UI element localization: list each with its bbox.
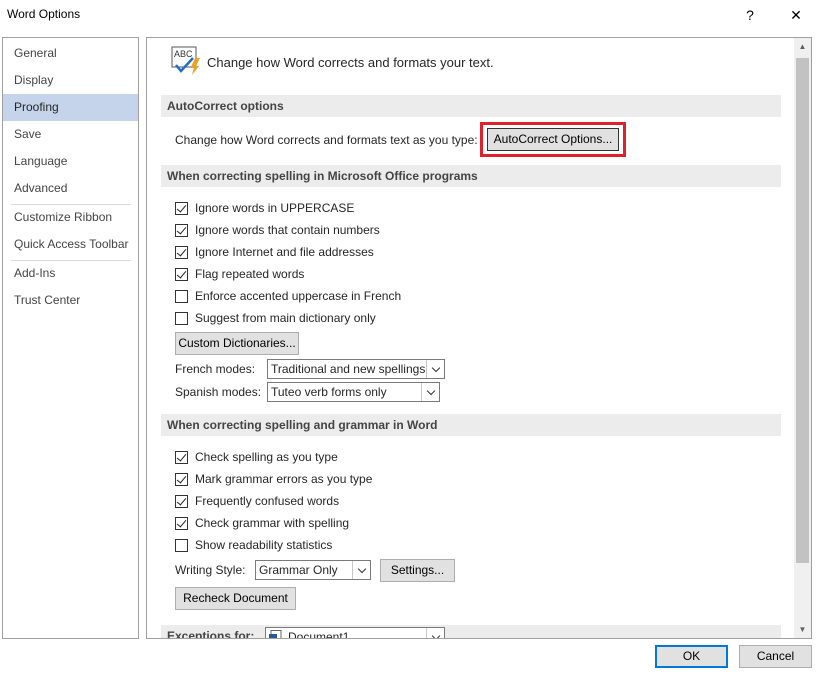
autocorrect-description: Change how Word corrects and formats tex… [175,133,478,147]
checkbox[interactable] [175,223,188,237]
french-modes-dropdown[interactable]: Traditional and new spellings [267,359,445,379]
option-label: Frequently confused words [195,494,340,508]
checkbox[interactable] [175,267,188,281]
option-frequently-confused-words[interactable]: Frequently confused words [175,493,339,509]
option-ignore-uppercase[interactable]: Ignore words in UPPERCASE [175,200,354,216]
checkbox[interactable] [175,201,188,215]
abc-check-icon: ABC [171,46,201,76]
checkbox[interactable] [175,311,188,325]
checkbox[interactable] [175,289,188,303]
chevron-down-icon [421,383,439,401]
window-title: Word Options [7,7,81,21]
checkbox[interactable] [175,516,188,530]
settings-button[interactable]: Settings... [380,559,455,582]
word-document-icon [269,630,282,638]
recheck-document-button[interactable]: Recheck Document [175,587,296,610]
checkbox[interactable] [175,245,188,259]
option-check-grammar-with-spelling[interactable]: Check grammar with spelling [175,515,349,531]
close-button[interactable]: ✕ [776,0,816,30]
sidebar-nav: General Display Proofing Save Language A… [2,37,139,639]
checkbox[interactable] [175,538,188,552]
spanish-modes-dropdown[interactable]: Tuteo verb forms only [267,382,440,402]
sidebar-item-quick-access-toolbar[interactable]: Quick Access Toolbar [3,231,138,258]
chevron-down-icon [426,360,444,378]
exceptions-value: Document1 [288,630,350,639]
proofing-panel: ABC Change how Word corrects and formats… [146,37,812,639]
option-flag-repeated-words[interactable]: Flag repeated words [175,266,304,282]
cancel-button[interactable]: Cancel [739,645,812,668]
option-suggest-main-dictionary[interactable]: Suggest from main dictionary only [175,310,376,326]
highlight-box [480,122,626,157]
french-modes-label: French modes: [175,362,256,376]
option-label: Flag repeated words [195,267,305,281]
section-word-grammar: When correcting spelling and grammar in … [161,414,781,436]
option-label: Enforce accented uppercase in French [195,289,402,303]
checkbox[interactable] [175,494,188,508]
option-label: Suggest from main dictionary only [195,311,376,325]
spanish-modes-value: Tuteo verb forms only [271,385,387,399]
exceptions-label: Exceptions for: [161,625,781,638]
svg-text:ABC: ABC [174,49,193,59]
help-icon: ? [746,7,754,23]
spanish-modes-label: Spanish modes: [175,385,262,399]
sidebar-item-proofing[interactable]: Proofing [3,94,138,121]
option-label: Check grammar with spelling [195,516,350,530]
checkbox[interactable] [175,450,188,464]
sidebar-item-save[interactable]: Save [3,121,138,148]
option-mark-grammar-errors[interactable]: Mark grammar errors as you type [175,471,372,487]
option-show-readability-statistics[interactable]: Show readability statistics [175,537,332,553]
sidebar-item-display[interactable]: Display [3,67,138,94]
sidebar-item-advanced[interactable]: Advanced [3,175,138,202]
sidebar-item-language[interactable]: Language [3,148,138,175]
section-office-spelling: When correcting spelling in Microsoft Of… [161,165,781,187]
writing-style-value: Grammar Only [259,563,338,577]
sidebar-item-trust-center[interactable]: Trust Center [3,287,138,314]
scrollbar-thumb[interactable] [796,58,809,563]
help-button[interactable]: ? [730,0,770,30]
option-label: Mark grammar errors as you type [195,472,373,486]
exceptions-dropdown[interactable]: Document1 [265,627,445,639]
vertical-scrollbar[interactable]: ▲ ▼ [794,38,811,638]
section-autocorrect: AutoCorrect options [161,95,781,117]
scroll-down-arrow-icon[interactable]: ▼ [794,621,811,638]
option-label: Ignore words that contain numbers [195,223,380,237]
option-check-spelling-as-you-type[interactable]: Check spelling as you type [175,449,338,465]
chevron-down-icon [426,628,444,638]
option-enforce-accented-uppercase[interactable]: Enforce accented uppercase in French [175,288,401,304]
ok-button[interactable]: OK [655,645,728,668]
checkbox[interactable] [175,472,188,486]
header-description: Change how Word corrects and formats you… [207,55,494,70]
option-ignore-numbers[interactable]: Ignore words that contain numbers [175,222,380,238]
chevron-down-icon [352,561,370,579]
french-modes-value: Traditional and new spellings [271,362,426,376]
sidebar-item-customize-ribbon[interactable]: Customize Ribbon [3,204,138,231]
writing-style-dropdown[interactable]: Grammar Only [255,560,371,580]
option-label: Ignore words in UPPERCASE [195,201,355,215]
option-ignore-internet-addresses[interactable]: Ignore Internet and file addresses [175,244,374,260]
close-icon: ✕ [790,6,802,23]
writing-style-label: Writing Style: [175,563,246,577]
sidebar-item-general[interactable]: General [3,40,138,67]
custom-dictionaries-button[interactable]: Custom Dictionaries... [175,332,299,355]
scroll-up-arrow-icon[interactable]: ▲ [794,38,811,55]
sidebar-item-add-ins[interactable]: Add-Ins [3,260,138,287]
option-label: Ignore Internet and file addresses [195,245,374,259]
option-label: Check spelling as you type [195,450,338,464]
title-bar: Word Options ? ✕ [0,0,818,30]
option-label: Show readability statistics [195,538,333,552]
